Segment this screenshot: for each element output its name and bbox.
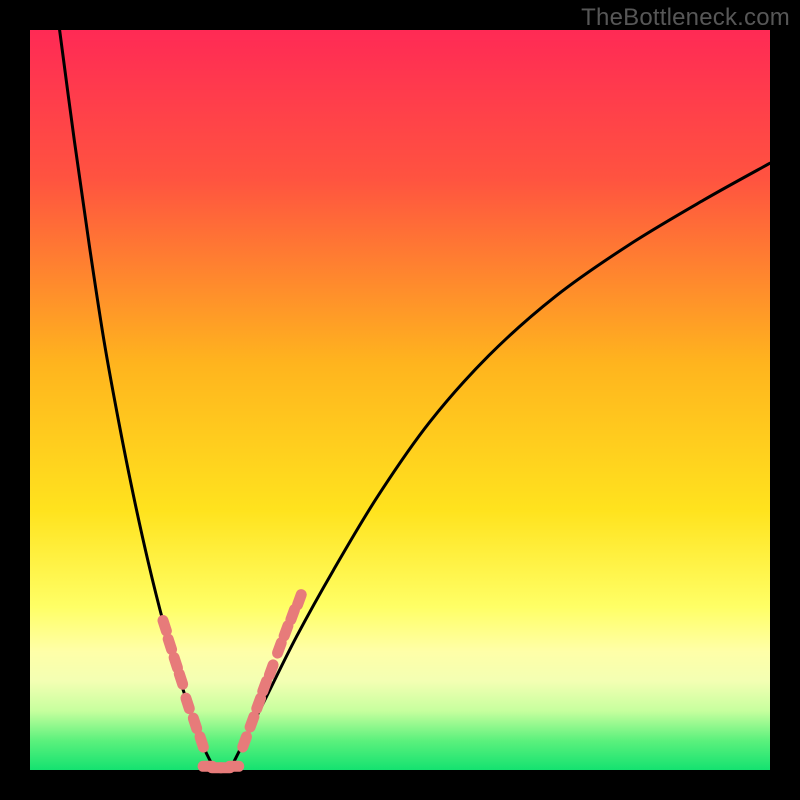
curve-left xyxy=(60,30,215,770)
data-marker xyxy=(179,691,196,715)
data-marker xyxy=(172,667,189,691)
data-marker xyxy=(224,761,244,772)
data-marker xyxy=(193,730,210,754)
chart-stage: TheBottleneck.com xyxy=(0,0,800,800)
watermark-text: TheBottleneck.com xyxy=(581,4,790,32)
marker-group xyxy=(156,588,308,774)
curve-layer xyxy=(30,30,770,770)
curve-right xyxy=(230,163,770,770)
plot-area xyxy=(30,30,770,770)
